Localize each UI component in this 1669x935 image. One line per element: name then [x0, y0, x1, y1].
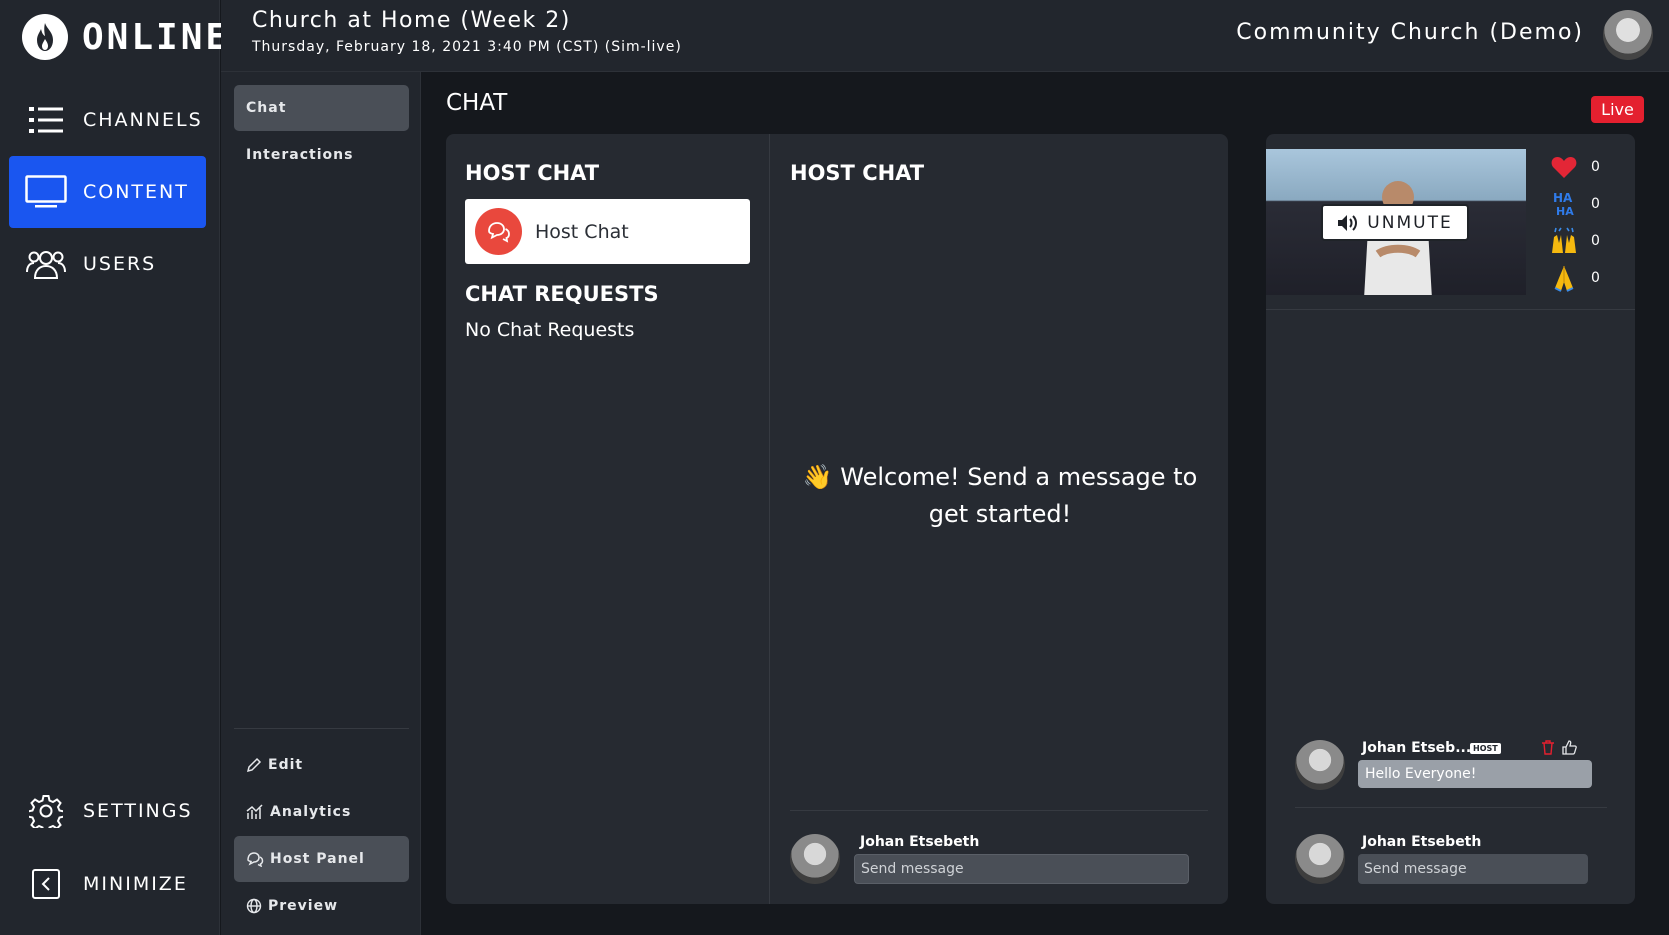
welcome-message: 👋 Welcome! Send a message to get started…: [800, 459, 1200, 533]
avatar[interactable]: [1603, 10, 1653, 60]
divider: [1295, 807, 1607, 808]
raised-hands-icon: [1549, 226, 1579, 256]
send-message-input[interactable]: [854, 854, 1189, 884]
main-nav: ONLINE CHANNELS CONTENT USERS SETTINGS M…: [0, 0, 227, 935]
subnav-edit-label: Edit: [268, 757, 304, 773]
praying-hands-icon: [1549, 263, 1579, 293]
unmute-label: UNMUTE: [1367, 212, 1453, 233]
svg-text:HA: HA: [1556, 205, 1574, 218]
gear-icon: [25, 793, 67, 829]
thumbs-up-icon[interactable]: [1562, 740, 1577, 759]
subnav-analytics[interactable]: Analytics: [234, 789, 409, 835]
globe-icon: [246, 898, 262, 914]
status-badge: Live: [1591, 96, 1644, 123]
users-icon: [25, 246, 67, 282]
host-chat-label: Host Chat: [535, 220, 629, 243]
divider: [790, 810, 1208, 811]
event-title: Church at Home (Week 2): [252, 8, 571, 33]
chat-card: HOST CHAT Host Chat CHAT REQUESTS No Cha…: [446, 134, 1228, 904]
nav-settings-label: SETTINGS: [83, 800, 193, 822]
reaction-count: 0: [1591, 232, 1600, 249]
subnav-chat[interactable]: Chat: [234, 85, 409, 131]
logo-text: ONLINE: [82, 16, 231, 58]
reaction-heart[interactable]: 0: [1549, 148, 1609, 185]
page-title: CHAT: [446, 90, 508, 116]
avatar: [1295, 740, 1345, 790]
nav-content-label: CONTENT: [83, 181, 189, 203]
video-player[interactable]: UNMUTE: [1266, 149, 1526, 295]
compose-user-name: Johan Etsebeth: [860, 834, 980, 850]
reaction-raised-hands[interactable]: 0: [1549, 222, 1609, 259]
reaction-praying-hands[interactable]: 0: [1549, 259, 1609, 296]
nav-users-label: USERS: [83, 253, 157, 275]
host-badge: HOST: [1470, 743, 1501, 754]
subnav-interactions[interactable]: Interactions: [234, 132, 409, 178]
nav-users[interactable]: USERS: [9, 228, 206, 300]
reaction-haha[interactable]: HA HA 0: [1549, 185, 1609, 222]
nav-content[interactable]: CONTENT: [9, 156, 206, 228]
chat-conversation-panel: HOST CHAT 👋 Welcome! Send a message to g…: [770, 134, 1228, 904]
logo[interactable]: ONLINE: [22, 14, 230, 60]
subnav-edit[interactable]: Edit: [234, 742, 409, 788]
event-date: Thursday, February 18, 2021 3:40 PM (CST…: [252, 39, 682, 55]
heart-icon: [1549, 152, 1579, 182]
no-chat-requests-text: No Chat Requests: [465, 319, 635, 341]
subnav-host-panel[interactable]: Host Panel: [234, 836, 409, 882]
chat-list-panel: HOST CHAT Host Chat CHAT REQUESTS No Cha…: [446, 134, 770, 904]
analytics-icon: [246, 804, 263, 819]
welcome-text: Welcome! Send a message to get started!: [840, 463, 1198, 528]
divider: [234, 728, 409, 729]
unmute-button[interactable]: UNMUTE: [1321, 204, 1469, 241]
list-icon: [25, 102, 67, 138]
pencil-icon: [246, 757, 262, 773]
haha-icon: HA HA: [1549, 189, 1579, 219]
monitor-icon: [25, 174, 67, 210]
flame-icon: [22, 14, 68, 60]
subnav-preview[interactable]: Preview: [234, 883, 409, 929]
preview-send-message-input[interactable]: [1358, 854, 1588, 884]
speaker-icon: [1338, 214, 1358, 231]
chat-icon: [247, 852, 264, 867]
conversation-heading: HOST CHAT: [790, 161, 925, 185]
preview-panel: UNMUTE 0 HA HA 0 0 0 Johan Etseb... HOST…: [1266, 134, 1635, 904]
reaction-count: 0: [1591, 195, 1600, 212]
reactions-list: 0 HA HA 0 0 0: [1549, 148, 1609, 296]
org-name[interactable]: Community Church (Demo): [1236, 20, 1584, 45]
header: Church at Home (Week 2) Thursday, Februa…: [221, 0, 1669, 72]
chat-requests-heading: CHAT REQUESTS: [465, 282, 659, 306]
subnav-analytics-label: Analytics: [270, 804, 352, 820]
chat-bubbles-icon: [475, 208, 522, 255]
svg-text:HA: HA: [1553, 191, 1573, 205]
sub-nav: Chat Interactions Edit Analytics Host Pa…: [221, 72, 421, 935]
nav-channels-label: CHANNELS: [83, 109, 203, 131]
avatar: [790, 834, 840, 884]
reaction-count: 0: [1591, 158, 1600, 175]
subnav-preview-label: Preview: [268, 898, 339, 914]
wave-icon: 👋: [802, 463, 833, 491]
avatar: [1295, 834, 1345, 884]
host-chat-item[interactable]: Host Chat: [465, 199, 750, 264]
nav-minimize[interactable]: MINIMIZE: [9, 848, 206, 920]
reaction-count: 0: [1591, 269, 1600, 286]
collapse-icon: [25, 866, 67, 902]
divider: [1266, 309, 1635, 310]
trash-icon[interactable]: [1541, 740, 1555, 759]
nav-minimize-label: MINIMIZE: [83, 873, 188, 895]
subnav-host-panel-label: Host Panel: [270, 851, 365, 867]
preview-compose-user-name: Johan Etsebeth: [1362, 834, 1482, 850]
nav-settings[interactable]: SETTINGS: [9, 775, 206, 847]
message-author: Johan Etseb...: [1362, 740, 1472, 756]
message-bubble: Hello Everyone!: [1358, 760, 1592, 788]
nav-channels[interactable]: CHANNELS: [9, 84, 206, 156]
host-chat-heading: HOST CHAT: [465, 161, 600, 185]
